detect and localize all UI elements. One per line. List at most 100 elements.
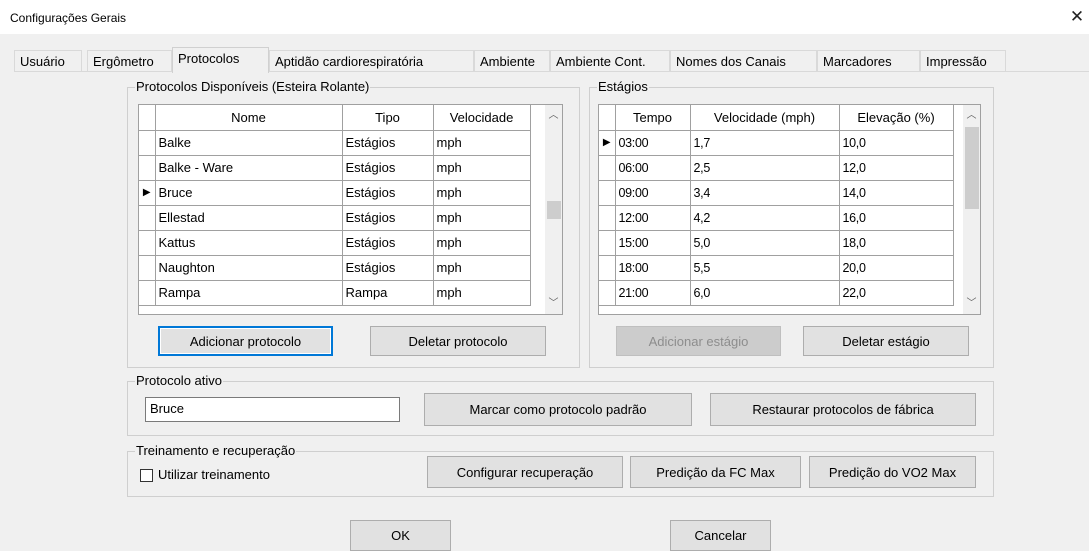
tab-impressao[interactable]: Impressão [920,50,1006,72]
cell-elevacao[interactable]: 14,0 [839,180,954,206]
table-row[interactable]: Balke - Ware Estágios mph [139,155,531,181]
cell-tempo[interactable]: 15:00 [615,230,691,256]
cell-tipo[interactable]: Estágios [342,255,434,281]
cell-nome[interactable]: Balke - Ware [155,155,343,181]
restore-factory-protocols-button[interactable]: Restaurar protocolos de fábrica [710,393,976,426]
table-row[interactable]: 15:00 5,0 18,0 [599,230,954,256]
cell-tipo[interactable]: Estágios [342,130,434,156]
table-row-selected[interactable]: ▶ 03:00 1,7 10,0 [599,130,954,156]
table-row[interactable]: 21:00 6,0 22,0 [599,280,954,306]
add-protocol-button[interactable]: Adicionar protocolo [158,326,333,356]
cell-velocidade[interactable]: 5,5 [690,255,840,281]
active-protocol-field[interactable]: Bruce [145,397,400,422]
protocols-vertical-scrollbar[interactable]: ︿ ﹀ [545,105,562,314]
tab-ergometro[interactable]: Ergômetro [87,50,172,72]
scroll-thumb[interactable] [965,127,979,209]
cell-nome[interactable]: Bruce [155,180,343,206]
column-header-tipo[interactable]: Tipo [342,105,434,131]
table-row[interactable]: 18:00 5,5 20,0 [599,255,954,281]
cell-tempo[interactable]: 18:00 [615,255,691,281]
ok-button[interactable]: OK [350,520,451,551]
cell-nome[interactable]: Ellestad [155,205,343,231]
cell-tempo[interactable]: 12:00 [615,205,691,231]
cell-elevacao[interactable]: 10,0 [839,130,954,156]
cell-velocidade[interactable]: mph [433,205,531,231]
cell-velocidade[interactable]: 3,4 [690,180,840,206]
cell-velocidade[interactable]: mph [433,230,531,256]
cell-nome[interactable]: Balke [155,130,343,156]
column-header-velocidade[interactable]: Velocidade [433,105,531,131]
cell-velocidade[interactable]: 2,5 [690,155,840,181]
stages-grid[interactable]: Tempo Velocidade (mph) Elevação (%) ▶ 03… [598,104,981,315]
scroll-up-icon[interactable]: ︿ [963,107,980,124]
cell-elevacao[interactable]: 12,0 [839,155,954,181]
table-row[interactable]: Kattus Estágios mph [139,230,531,256]
cell-nome[interactable]: Naughton [155,255,343,281]
cell-tipo[interactable]: Estágios [342,180,434,206]
table-row[interactable]: Ellestad Estágios mph [139,205,531,231]
cell-velocidade[interactable]: mph [433,155,531,181]
cell-velocidade[interactable]: mph [433,130,531,156]
cell-nome[interactable]: Rampa [155,280,343,306]
tab-ambiente-cont[interactable]: Ambiente Cont. [550,50,670,72]
tab-nomes-dos-canais[interactable]: Nomes dos Canais [670,50,817,72]
row-indicator [139,155,156,181]
cell-velocidade[interactable]: mph [433,180,531,206]
scroll-up-icon[interactable]: ︿ [545,107,562,124]
cell-elevacao[interactable]: 22,0 [839,280,954,306]
cell-elevacao[interactable]: 18,0 [839,230,954,256]
restore-factory-protocols-label: Restaurar protocolos de fábrica [752,402,934,417]
cell-velocidade[interactable]: 5,0 [690,230,840,256]
set-default-protocol-button[interactable]: Marcar como protocolo padrão [424,393,692,426]
tab-marcadores[interactable]: Marcadores [817,50,920,72]
predict-vo2-max-button[interactable]: Predição do VO2 Max [809,456,976,488]
tab-aptidao-cardiorespiratoria[interactable]: Aptidão cardiorespiratória [269,50,474,72]
column-header-nome[interactable]: Nome [155,105,343,131]
cancel-button[interactable]: Cancelar [670,520,771,551]
table-row[interactable]: 12:00 4,2 16,0 [599,205,954,231]
protocols-grid[interactable]: Nome Tipo Velocidade Balke Estágios mph … [138,104,563,315]
cell-tempo[interactable]: 06:00 [615,155,691,181]
cell-tipo[interactable]: Estágios [342,155,434,181]
tab-usuario[interactable]: Usuário [14,50,82,72]
cell-tipo[interactable]: Estágios [342,230,434,256]
cell-tempo[interactable]: 09:00 [615,180,691,206]
table-row[interactable]: 09:00 3,4 14,0 [599,180,954,206]
table-row[interactable]: Balke Estágios mph [139,130,531,156]
table-row-selected[interactable]: ▶ Bruce Estágios mph [139,180,531,206]
add-stage-button[interactable]: Adicionar estágio [616,326,781,356]
cell-velocidade[interactable]: 1,7 [690,130,840,156]
cell-velocidade[interactable]: 4,2 [690,205,840,231]
cell-elevacao[interactable]: 20,0 [839,255,954,281]
scroll-down-icon[interactable]: ﹀ [545,295,562,312]
tab-ambiente[interactable]: Ambiente [474,50,550,72]
column-header-tempo[interactable]: Tempo [615,105,691,131]
use-training-label[interactable]: Utilizar treinamento [158,467,270,482]
table-row[interactable]: Naughton Estágios mph [139,255,531,281]
cancel-label: Cancelar [694,528,747,543]
cell-velocidade[interactable]: mph [433,280,531,306]
close-icon[interactable]: ✕ [1069,7,1085,27]
scroll-down-icon[interactable]: ﹀ [963,295,980,312]
table-row[interactable]: Rampa Rampa mph [139,280,531,306]
column-header-elevacao[interactable]: Elevação (%) [839,105,954,131]
configure-recovery-button[interactable]: Configurar recuperação [427,456,623,488]
cell-velocidade[interactable]: mph [433,255,531,281]
delete-stage-button[interactable]: Deletar estágio [803,326,969,356]
cell-tipo[interactable]: Estágios [342,205,434,231]
cell-tipo[interactable]: Rampa [342,280,434,306]
cell-elevacao[interactable]: 16,0 [839,205,954,231]
cell-tempo[interactable]: 21:00 [615,280,691,306]
cell-velocidade[interactable]: 6,0 [690,280,840,306]
predict-fc-max-button[interactable]: Predição da FC Max [630,456,801,488]
delete-protocol-button[interactable]: Deletar protocolo [370,326,546,356]
use-training-checkbox[interactable] [140,469,153,482]
column-header-velocidade-mph[interactable]: Velocidade (mph) [690,105,840,131]
tab-protocolos[interactable]: Protocolos [172,47,269,73]
stages-vertical-scrollbar[interactable]: ︿ ﹀ [963,105,980,314]
cell-nome[interactable]: Kattus [155,230,343,256]
table-row[interactable]: 06:00 2,5 12,0 [599,155,954,181]
row-indicator [599,255,616,281]
scroll-thumb[interactable] [547,201,561,219]
cell-tempo[interactable]: 03:00 [615,130,691,156]
